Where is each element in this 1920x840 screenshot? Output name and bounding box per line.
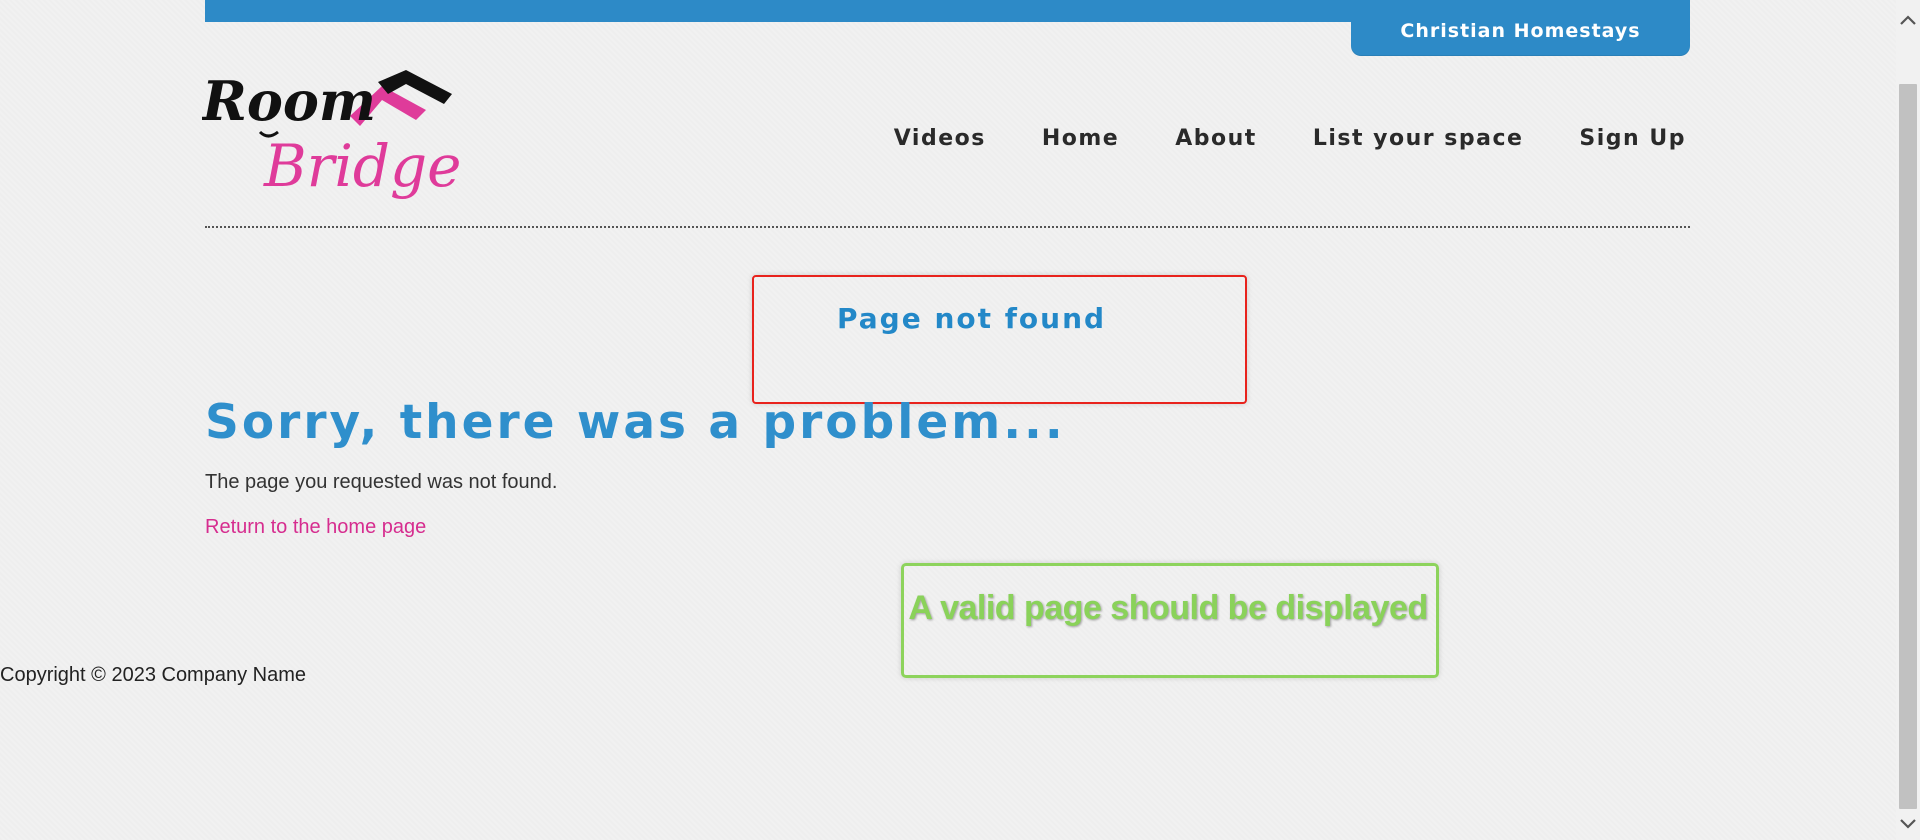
- page: Christian Homestays Room Bridge Videos H…: [0, 0, 1920, 840]
- top-tab[interactable]: Christian Homestays: [1351, 0, 1690, 56]
- nav-item-list-your-space[interactable]: List your space: [1313, 126, 1524, 151]
- chevron-down-icon[interactable]: [1896, 812, 1920, 836]
- logo-word-top: Room: [202, 69, 376, 133]
- chevron-up-icon[interactable]: [1896, 8, 1920, 32]
- scrollbar-thumb[interactable]: [1899, 84, 1917, 809]
- logo-graphic: Room Bridge: [200, 69, 461, 200]
- error-message: The page you requested was not found.: [205, 471, 558, 493]
- error-title: Sorry, there was a problem...: [205, 395, 1066, 450]
- nav-item-videos[interactable]: Videos: [894, 126, 986, 151]
- header-divider: [205, 226, 1690, 228]
- page-not-found-label: Page not found: [837, 302, 1107, 335]
- footer-copyright: Copyright © 2023 Company Name: [0, 664, 306, 686]
- return-home-link[interactable]: Return to the home page: [205, 516, 426, 539]
- annotation-green-label: A valid page should be displayed: [908, 589, 1428, 627]
- nav-item-sign-up[interactable]: Sign Up: [1579, 126, 1686, 151]
- top-tab-label[interactable]: Christian Homestays: [1351, 20, 1690, 42]
- nav-item-home[interactable]: Home: [1042, 126, 1119, 151]
- site-logo[interactable]: Room Bridge: [200, 68, 462, 216]
- logo-word-bottom: Bridge: [263, 132, 461, 200]
- vertical-scrollbar[interactable]: [1896, 0, 1920, 840]
- annotation-red-box: [752, 275, 1247, 404]
- nav-item-about[interactable]: About: [1175, 126, 1257, 151]
- main-nav: Videos Home About List your space Sign U…: [838, 126, 1686, 151]
